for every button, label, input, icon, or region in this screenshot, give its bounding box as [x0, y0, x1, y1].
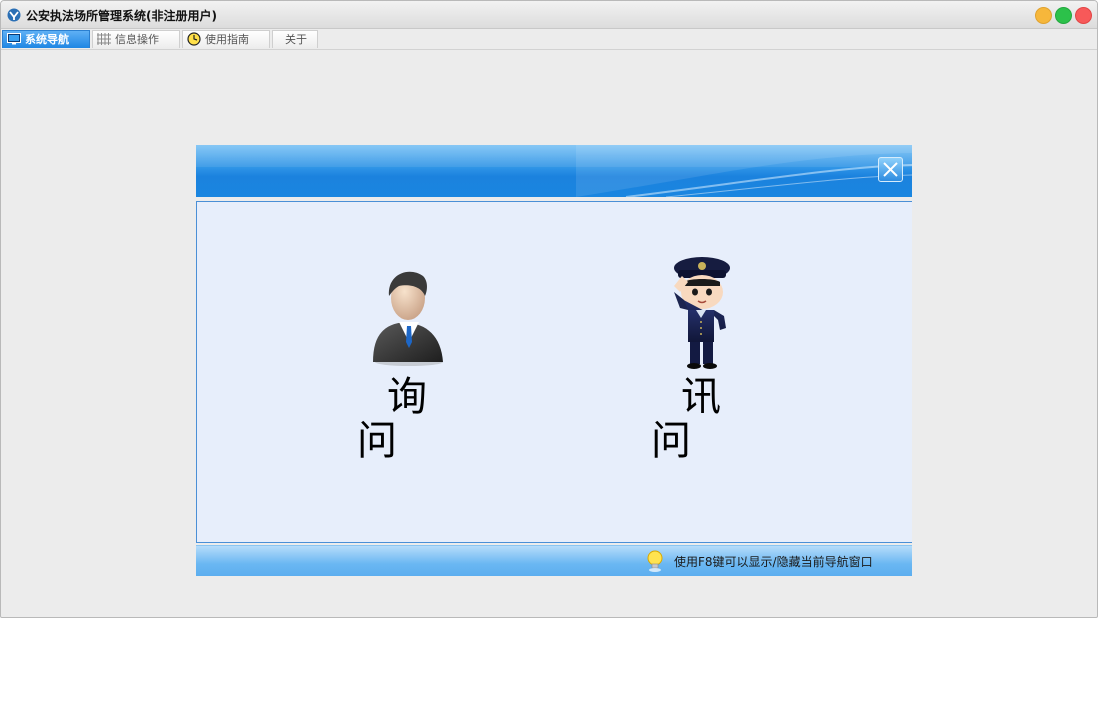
tab-strip: 系统导航 信息操作 使用指南 关于	[1, 29, 1097, 50]
tab-label: 信息操作	[115, 33, 159, 46]
businessman-icon	[373, 271, 443, 366]
hint-text: 使用F8键可以显示/隐藏当前导航窗口	[674, 555, 873, 569]
tab-about[interactable]: 关于	[272, 30, 318, 48]
tab-label: 系统导航	[25, 33, 69, 46]
interrogation-label: 讯 问	[651, 374, 781, 464]
tab-label: 关于	[285, 33, 307, 46]
navigation-panel-header	[196, 145, 912, 197]
navigation-panel-body: 询 问 讯 问	[196, 201, 912, 543]
clock-icon	[187, 32, 201, 46]
monitor-icon	[7, 33, 21, 45]
grid-icon	[97, 33, 111, 45]
window-title: 公安执法场所管理系统(非注册用户)	[26, 9, 217, 23]
tab-system-navigation[interactable]: 系统导航	[2, 30, 90, 48]
app-logo-icon	[7, 8, 21, 22]
navigation-panel: 询 问 讯 问 使用F8键可以显示/隐藏当前导航窗口	[196, 145, 912, 576]
lightbulb-icon	[647, 550, 663, 572]
tab-user-guide[interactable]: 使用指南	[182, 30, 270, 48]
title-bar[interactable]: 公安执法场所管理系统(非注册用户)	[1, 1, 1097, 29]
tab-label: 使用指南	[205, 33, 249, 46]
app-window: 公安执法场所管理系统(非注册用户) 系统导航 信息操作 使用指南 关于 询 问 …	[0, 0, 1098, 618]
tab-info-operation[interactable]: 信息操作	[92, 30, 180, 48]
police-officer-icon	[674, 257, 730, 369]
minimize-button[interactable]	[1035, 7, 1052, 24]
navigation-panel-footer: 使用F8键可以显示/隐藏当前导航窗口	[196, 545, 912, 576]
inquiry-label: 询 问	[357, 374, 487, 464]
close-icon	[883, 162, 898, 177]
close-navigation-button[interactable]	[878, 157, 903, 182]
close-window-button[interactable]	[1075, 7, 1092, 24]
header-decoration	[196, 145, 912, 197]
interrogation-option[interactable]: 讯 问	[601, 257, 801, 463]
inquiry-option[interactable]: 询 问	[307, 262, 507, 463]
maximize-button[interactable]	[1055, 7, 1072, 24]
